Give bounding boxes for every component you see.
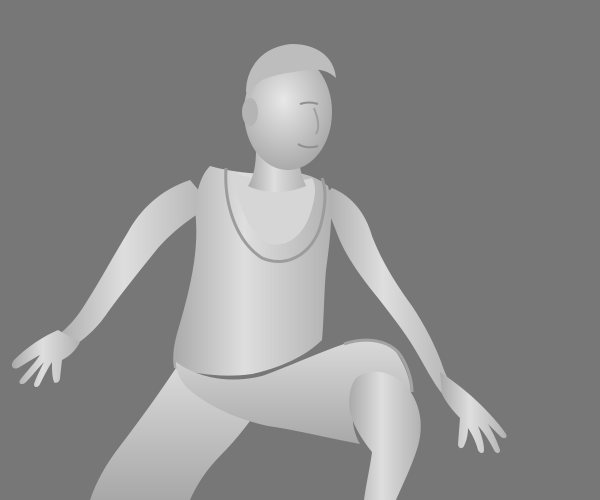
right-leg — [349, 371, 421, 500]
head — [242, 44, 336, 170]
torso — [173, 166, 332, 376]
render-viewport — [0, 0, 600, 500]
3d-figure-render — [11, 44, 507, 500]
